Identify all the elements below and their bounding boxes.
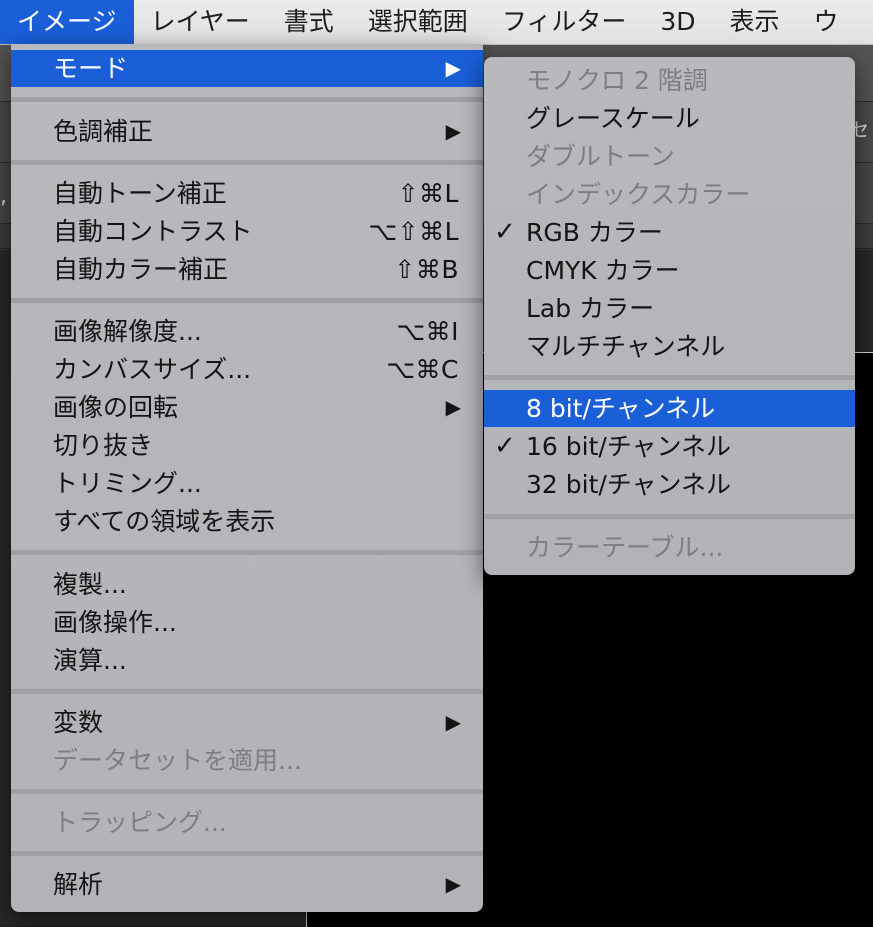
menu-separator bbox=[11, 789, 483, 794]
menu-separator bbox=[11, 160, 483, 165]
menubar-item-3d[interactable]: 3D bbox=[643, 0, 712, 44]
menu-item-analysis[interactable]: 解析 ▶ bbox=[11, 866, 483, 903]
submenu-item-8bit[interactable]: 8 bit/チャンネル bbox=[484, 390, 855, 427]
menu-item-shortcut: ⇧⌘L bbox=[397, 179, 459, 208]
menu-item-label: 自動カラー補正 bbox=[53, 255, 229, 284]
menu-item-label: 演算... bbox=[53, 646, 127, 675]
menubar-item-layer[interactable]: レイヤー bbox=[134, 0, 267, 44]
menu-item-adjustments[interactable]: 色調補正 ▶ bbox=[11, 113, 483, 150]
menu-item-label: 自動コントラスト bbox=[53, 217, 253, 246]
menubar-item-view[interactable]: 表示 bbox=[712, 0, 796, 44]
menu-item-label: 色調補正 bbox=[53, 117, 154, 146]
menu-item-trim[interactable]: トリミング... bbox=[11, 465, 483, 502]
options-bar-label: , bbox=[0, 184, 7, 209]
menu-item-shortcut: ⌥⌘C bbox=[386, 355, 459, 384]
menu-separator bbox=[11, 298, 483, 303]
menu-separator bbox=[11, 550, 483, 555]
submenu-item-indexed-color: インデックスカラー bbox=[484, 176, 855, 213]
menubar-item-type[interactable]: 書式 bbox=[267, 0, 351, 44]
menu-separator bbox=[11, 97, 483, 102]
menu-item-auto-tone[interactable]: 自動トーン補正 ⇧⌘L bbox=[11, 175, 483, 212]
menu-item-label: トリミング... bbox=[53, 469, 202, 498]
submenu-item-rgb-color[interactable]: ✓ RGB カラー bbox=[484, 214, 855, 251]
menu-item-label: 画像解像度... bbox=[53, 317, 202, 346]
menu-item-label: モード bbox=[53, 54, 129, 83]
submenu-item-bitmap: モノクロ 2 階調 bbox=[484, 62, 855, 99]
menu-item-label: 切り抜き bbox=[53, 431, 154, 460]
menu-item-label: 画像の回転 bbox=[53, 393, 179, 422]
menu-item-label: モノクロ 2 階調 bbox=[526, 66, 708, 95]
menu-item-label: 画像操作... bbox=[53, 608, 177, 637]
menubar-item-image[interactable]: イメージ bbox=[0, 0, 134, 44]
submenu-arrow-icon: ▶ bbox=[445, 872, 461, 896]
menubar-item-window[interactable]: ウ bbox=[797, 0, 856, 44]
submenu-item-multichannel[interactable]: マルチチャンネル bbox=[484, 328, 855, 365]
menu-item-label: カラーテーブル... bbox=[526, 533, 724, 562]
submenu-item-32bit[interactable]: 32 bit/チャンネル bbox=[484, 466, 855, 503]
menu-item-label: CMYK カラー bbox=[526, 256, 680, 285]
menu-item-label: トラッピング... bbox=[53, 808, 227, 837]
menu-item-image-rotation[interactable]: 画像の回転 ▶ bbox=[11, 389, 483, 426]
checkmark-icon: ✓ bbox=[494, 431, 516, 461]
menu-item-label: カンバスサイズ... bbox=[53, 355, 252, 384]
menu-item-mode[interactable]: モード ▶ bbox=[11, 50, 483, 87]
menu-item-label: 8 bit/チャンネル bbox=[526, 394, 716, 423]
menu-item-calculations[interactable]: 演算... bbox=[11, 642, 483, 679]
menu-item-label: 32 bit/チャンネル bbox=[526, 470, 732, 499]
menu-item-label: マルチチャンネル bbox=[526, 332, 726, 361]
submenu-item-lab-color[interactable]: Lab カラー bbox=[484, 290, 855, 327]
menu-separator bbox=[484, 375, 855, 380]
menu-item-label: 複製... bbox=[53, 570, 127, 599]
menu-item-label: Lab カラー bbox=[526, 294, 655, 323]
menu-item-label: 16 bit/チャンネル bbox=[526, 432, 732, 461]
menubar-item-filter[interactable]: フィルター bbox=[485, 0, 644, 44]
submenu-arrow-icon: ▶ bbox=[445, 395, 461, 419]
menu-item-label: データセットを適用... bbox=[53, 746, 302, 775]
mode-submenu: モノクロ 2 階調 グレースケール ダブルトーン インデックスカラー ✓ RGB… bbox=[484, 57, 855, 575]
menu-item-apply-image[interactable]: 画像操作... bbox=[11, 604, 483, 641]
menu-bar: イメージ レイヤー 書式 選択範囲 フィルター 3D 表示 ウ bbox=[0, 0, 873, 45]
menu-item-variables[interactable]: 変数 ▶ bbox=[11, 704, 483, 741]
menu-item-label: 変数 bbox=[53, 708, 104, 737]
menu-separator bbox=[484, 514, 855, 519]
menu-item-label: ダブルトーン bbox=[526, 142, 675, 171]
image-menu: モード ▶ 色調補正 ▶ 自動トーン補正 ⇧⌘L 自動コントラスト ⌥⇧⌘L 自… bbox=[11, 44, 483, 912]
menu-item-shortcut: ⌥⌘I bbox=[396, 317, 459, 346]
submenu-arrow-icon: ▶ bbox=[445, 119, 461, 143]
menubar-item-select[interactable]: 選択範囲 bbox=[351, 0, 485, 44]
menu-item-label: すべての領域を表示 bbox=[53, 507, 276, 536]
menu-item-label: RGB カラー bbox=[526, 218, 663, 247]
menu-item-label: インデックスカラー bbox=[526, 180, 751, 209]
menu-item-label: 解析 bbox=[53, 870, 104, 899]
submenu-arrow-icon: ▶ bbox=[445, 710, 461, 734]
menu-item-shortcut: ⌥⇧⌘L bbox=[368, 217, 459, 246]
checkmark-icon: ✓ bbox=[494, 217, 516, 247]
menu-item-duplicate[interactable]: 複製... bbox=[11, 566, 483, 603]
menu-item-crop[interactable]: 切り抜き bbox=[11, 427, 483, 464]
submenu-item-duotone: ダブルトーン bbox=[484, 138, 855, 175]
menu-item-auto-color[interactable]: 自動カラー補正 ⇧⌘B bbox=[11, 251, 483, 288]
submenu-item-color-table: カラーテーブル... bbox=[484, 529, 855, 566]
menu-item-label: 自動トーン補正 bbox=[53, 179, 227, 208]
submenu-item-16bit[interactable]: ✓ 16 bit/チャンネル bbox=[484, 428, 855, 465]
submenu-item-grayscale[interactable]: グレースケール bbox=[484, 100, 855, 137]
submenu-item-cmyk-color[interactable]: CMYK カラー bbox=[484, 252, 855, 289]
menu-item-reveal-all[interactable]: すべての領域を表示 bbox=[11, 503, 483, 540]
menu-item-canvas-size[interactable]: カンバスサイズ... ⌥⌘C bbox=[11, 351, 483, 388]
menu-item-trap: トラッピング... bbox=[11, 804, 483, 841]
menu-item-shortcut: ⇧⌘B bbox=[394, 255, 459, 284]
menu-item-image-size[interactable]: 画像解像度... ⌥⌘I bbox=[11, 313, 483, 350]
menu-separator bbox=[11, 851, 483, 856]
submenu-arrow-icon: ▶ bbox=[445, 56, 461, 80]
menu-item-auto-contrast[interactable]: 自動コントラスト ⌥⇧⌘L bbox=[11, 213, 483, 250]
menu-item-apply-data-set: データセットを適用... bbox=[11, 742, 483, 779]
menu-item-label: グレースケール bbox=[526, 104, 700, 133]
menu-separator bbox=[11, 689, 483, 694]
